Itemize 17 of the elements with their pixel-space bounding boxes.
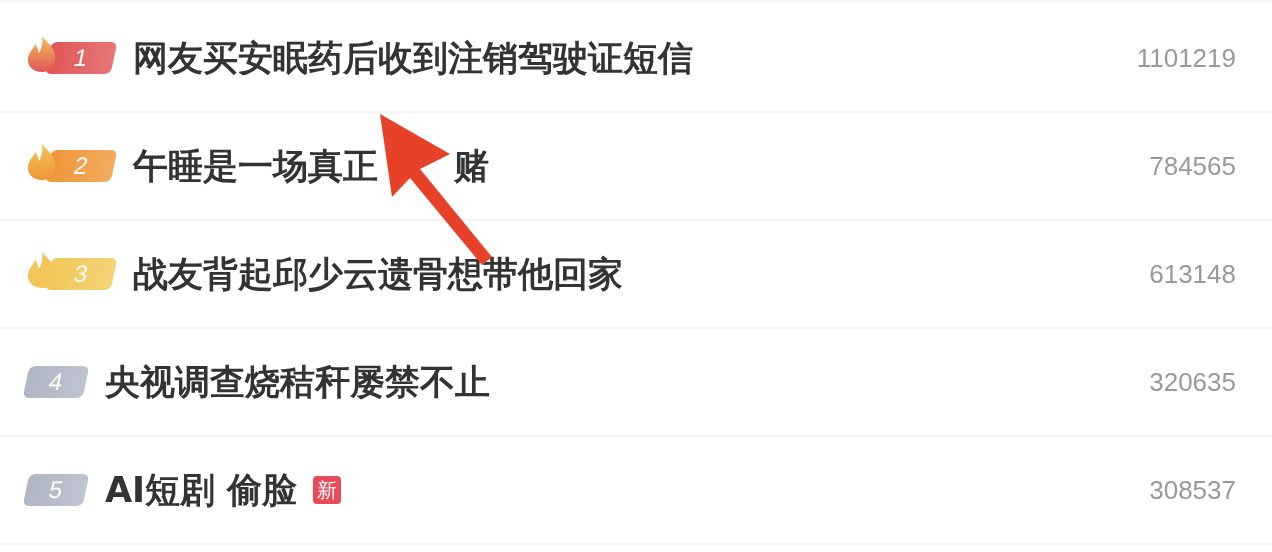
heat-count: 1101219 — [1136, 42, 1236, 74]
heat-count: 613148 — [1149, 258, 1236, 290]
topic-row[interactable]: 5 AI短剧 偷脸 新 308537 — [0, 437, 1272, 545]
topic-title[interactable]: 午睡是一场真正 — [133, 142, 378, 190]
topic-title[interactable]: 赌 — [454, 142, 489, 190]
rank-badge: 5 — [22, 474, 90, 506]
topic-title[interactable]: 央视调查烧秸秆屡禁不止 — [105, 358, 490, 406]
new-badge: 新 — [313, 476, 342, 504]
rank-badge: 4 — [22, 366, 90, 398]
heat-count: 784565 — [1149, 150, 1236, 182]
topic-title[interactable]: AI短剧 偷脸 — [105, 466, 298, 514]
topic-title[interactable]: 战友背起邱少云遗骨想带他回家 — [133, 250, 623, 298]
topic-title[interactable]: 网友买安眠药后收到注销驾驶证短信 — [133, 34, 693, 82]
heat-count: 308537 — [1149, 474, 1236, 506]
heat-count: 320635 — [1149, 366, 1236, 398]
topic-row[interactable]: 1 网友买安眠药后收到注销驾驶证短信 1101219 — [0, 5, 1272, 113]
topic-row[interactable]: 4 央视调查烧秸秆屡禁不止 320635 — [0, 329, 1272, 437]
